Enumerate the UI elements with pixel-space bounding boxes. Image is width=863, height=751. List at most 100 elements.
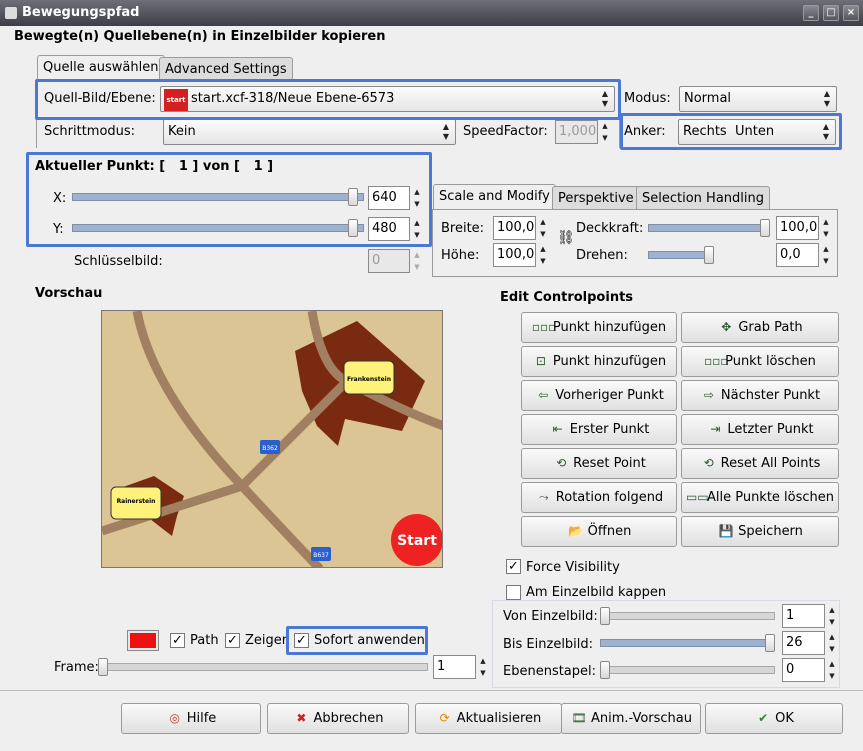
spin-icon[interactable]: ▲ ▼ — [826, 658, 838, 682]
tab-advanced-settings[interactable]: Advanced Settings — [159, 57, 293, 81]
ctrl-button-3-0[interactable]: ⇤ Erster Punkt — [521, 414, 677, 445]
tab-quelle-auswaehlen[interactable]: Quelle auswählen — [37, 55, 165, 81]
b637-label: B637 — [313, 552, 329, 559]
speed-input[interactable]: 1,000 — [555, 120, 598, 144]
close-button[interactable]: × — [843, 5, 859, 21]
keyframe-input[interactable]: 0 — [368, 249, 410, 273]
refresh-icon: ⟳ — [439, 711, 450, 725]
spin-icon[interactable]: ▲ ▼ — [411, 186, 423, 210]
start-label: Start — [397, 533, 437, 549]
spin-icon[interactable]: ▲ ▼ — [599, 120, 611, 144]
x-slider-knob[interactable] — [348, 188, 358, 206]
anker-value: Rechts Unten — [683, 124, 775, 139]
deckkraft-slider[interactable] — [648, 219, 770, 237]
deckkraft-track — [648, 224, 770, 232]
breite-label: Breite: — [441, 221, 485, 236]
grab-icon: ✥ — [721, 320, 732, 334]
spin-icon[interactable]: ▲ ▼ — [411, 249, 423, 273]
dialog-heading: Bewegte(n) Quellebene(n) in Einzelbilder… — [14, 29, 386, 44]
y-slider-knob[interactable] — [348, 219, 358, 237]
preview-canvas[interactable]: Frankenstein Rainerstein B362 B637 Start — [101, 310, 443, 568]
path-color-button[interactable] — [127, 630, 159, 651]
color-swatch — [130, 633, 156, 648]
ok-button[interactable]: ✔ OK — [705, 703, 843, 734]
spin-icon[interactable]: ▲ ▼ — [477, 655, 489, 679]
ctrl-button-6-0[interactable]: 📂 Öffnen — [521, 516, 677, 547]
deckkraft-knob[interactable] — [760, 219, 770, 237]
drehen-input[interactable]: 0,0 — [776, 243, 819, 267]
spin-icon[interactable]: ▲ ▼ — [826, 631, 838, 655]
rotate-icon: ⤳ — [538, 490, 549, 504]
tab-perspektive[interactable]: Perspektive — [552, 186, 640, 210]
x-input[interactable]: 640 — [368, 186, 410, 210]
spin-icon[interactable]: ▲ ▼ — [820, 243, 832, 267]
anim-vorschau-button[interactable]: 🎞 Anim.-Vorschau — [561, 703, 701, 734]
spin-icon[interactable]: ▲ ▼ — [537, 216, 549, 240]
ctrl-button-6-1[interactable]: 💾 Speichern — [681, 516, 839, 547]
bis-input[interactable]: 26 — [782, 631, 825, 655]
last-icon: ⇥ — [710, 422, 721, 436]
bis-knob[interactable] — [765, 634, 775, 652]
bis-slider[interactable] — [600, 634, 775, 652]
anker-combo[interactable]: Rechts Unten ▲ ▼ — [678, 119, 836, 145]
chain-link-icon[interactable]: ⛓ — [557, 230, 575, 246]
bis-label: Bis Einzelbild: — [503, 637, 594, 652]
von-input[interactable]: 1 — [782, 604, 825, 628]
clip-checkbox[interactable] — [506, 585, 521, 600]
force-visibility-checkbox[interactable]: ✓ — [506, 559, 521, 574]
ctrl-button-5-1[interactable]: ▭▭Alle Punkte löschen — [681, 482, 839, 513]
y-input[interactable]: 480 — [368, 217, 410, 241]
title-bar: Bewegungspfad _ □ × — [0, 0, 863, 26]
deckkraft-input[interactable]: 100,0 — [776, 216, 819, 240]
folder-icon: 📂 — [568, 524, 584, 538]
drehen-slider[interactable] — [648, 246, 770, 264]
spin-icon[interactable]: ▲ ▼ — [411, 217, 423, 241]
schrittmodus-combo[interactable]: Kein ▲ ▼ — [163, 119, 456, 145]
drehen-track-fill — [648, 251, 709, 259]
ctrl-button-2-0[interactable]: ⇦ Vorheriger Punkt — [521, 380, 677, 411]
hilfe-button[interactable]: ◎ Hilfe — [121, 703, 261, 734]
x-slider[interactable] — [72, 188, 364, 206]
spin-icon[interactable]: ▲ ▼ — [537, 243, 549, 267]
path-label: Path — [190, 633, 219, 648]
ctrl-button-5-0[interactable]: ⤳ Rotation folgend — [521, 482, 677, 513]
stapel-knob[interactable] — [600, 661, 610, 679]
tab-scale-modify[interactable]: Scale and Modify — [433, 184, 556, 210]
abbrechen-button[interactable]: ✖ Abbrechen — [267, 703, 409, 734]
frame-slider[interactable] — [98, 658, 428, 676]
tab-selection-handling[interactable]: Selection Handling — [636, 186, 770, 210]
drehen-knob[interactable] — [704, 246, 714, 264]
ctrl-button-3-1[interactable]: ⇥ Letzter Punkt — [681, 414, 839, 445]
spin-icon[interactable]: ▲ ▼ — [826, 604, 838, 628]
aktualisieren-button[interactable]: ⟳ Aktualisieren — [415, 703, 562, 734]
ctrl-button-4-0[interactable]: ⟲ Reset Point — [521, 448, 677, 479]
ctrl-button-0-0[interactable]: ▫▫▫Punkt hinzufügen — [521, 312, 677, 343]
sofort-checkbox[interactable]: ✓ — [294, 633, 309, 648]
updown-icon: ▲ ▼ — [601, 89, 609, 108]
bis-track — [600, 639, 775, 647]
drehen-label: Drehen: — [576, 248, 628, 263]
zeiger-checkbox[interactable]: ✓ — [225, 633, 240, 648]
minimize-button[interactable]: _ — [803, 5, 819, 21]
ctrl-button-1-0[interactable]: ⊡ Punkt hinzufügen — [521, 346, 677, 377]
maximize-button[interactable]: □ — [823, 5, 839, 21]
ctrl-button-2-1[interactable]: ⇨ Nächster Punkt — [681, 380, 839, 411]
frame-knob[interactable] — [98, 658, 108, 676]
hoehe-input[interactable]: 100,0 — [493, 243, 536, 267]
modus-combo[interactable]: Normal ▲ ▼ — [679, 86, 837, 112]
path-checkbox[interactable]: ✓ — [170, 633, 185, 648]
breite-input[interactable]: 100,0 — [493, 216, 536, 240]
ctrl-button-4-1[interactable]: ⟲ Reset All Points — [681, 448, 839, 479]
von-knob[interactable] — [600, 607, 610, 625]
stapel-slider[interactable] — [600, 661, 775, 679]
save-icon: 💾 — [718, 524, 734, 538]
von-slider[interactable] — [600, 607, 775, 625]
spin-icon[interactable]: ▲ ▼ — [820, 216, 832, 240]
frame-input[interactable]: 1 — [433, 655, 476, 679]
ctrl-button-0-1[interactable]: ✥ Grab Path — [681, 312, 839, 343]
y-slider[interactable] — [72, 219, 364, 237]
source-combo[interactable]: start start.xcf-318/Neue Ebene-6573 ▲ ▼ — [160, 86, 615, 112]
insert-icon: ⊡ — [535, 354, 546, 368]
ctrl-button-1-1[interactable]: ▫▫▫Punkt löschen — [681, 346, 839, 377]
stapel-input[interactable]: 0 — [782, 658, 825, 682]
